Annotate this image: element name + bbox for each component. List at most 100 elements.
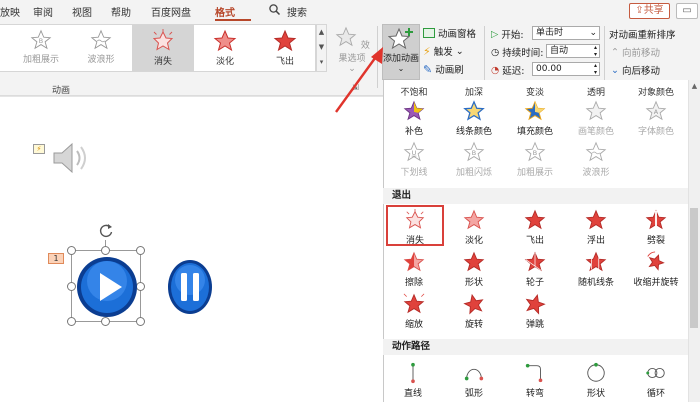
effect-line-color[interactable]: 线条颜色: [444, 100, 504, 137]
gallery-fly-out[interactable]: 飞出: [256, 25, 314, 71]
effect-bold-reveal[interactable]: B 加粗展示: [505, 141, 565, 178]
exit-disappear[interactable]: 消失: [385, 209, 445, 246]
active-tab-underline: [215, 19, 251, 21]
arc-path-icon: [464, 368, 484, 381]
effect-wave[interactable]: 波浪形: [566, 141, 626, 178]
resize-handle[interactable]: [101, 246, 110, 255]
effect-bold-flash[interactable]: B 加粗闪烁: [444, 141, 504, 178]
resize-handle[interactable]: [136, 246, 145, 255]
effect-fill-color[interactable]: 填充颜色: [505, 100, 565, 137]
path-line[interactable]: 直线: [383, 362, 443, 399]
effect-label: 擦除: [404, 278, 423, 288]
divider: [0, 96, 383, 97]
exit-fade[interactable]: 淡化: [444, 209, 504, 246]
gallery-wave[interactable]: 波浪形: [72, 25, 130, 71]
animation-order-tag[interactable]: 1: [48, 253, 64, 264]
path-loop[interactable]: 循环: [626, 362, 686, 399]
star-split-icon: [645, 209, 667, 230]
ribbon-separator: [604, 26, 605, 88]
animation-pane-button[interactable]: 动画窗格: [423, 26, 476, 40]
path-shape[interactable]: 形状: [566, 362, 626, 399]
chevron-down-icon: ⌄: [455, 45, 464, 57]
chevron-up-icon: ⌃: [611, 46, 619, 58]
rotate-handle[interactable]: [97, 222, 115, 243]
emphasis-header[interactable]: 加深: [446, 85, 502, 98]
trigger-tag[interactable]: ⚡: [33, 144, 45, 154]
menu-review[interactable]: 审阅: [33, 4, 53, 19]
spinner-icon[interactable]: ▴ ▾: [594, 62, 597, 76]
delay-input[interactable]: 00.00 ▴ ▾: [532, 62, 600, 76]
star-outline-icon: [585, 100, 607, 121]
resize-handle[interactable]: [67, 246, 76, 255]
star-spin-icon: [647, 251, 665, 271]
chevron-up-icon[interactable]: ▲: [317, 25, 326, 40]
panel-scrollbar-thumb[interactable]: [690, 208, 698, 328]
share-button[interactable]: ⇪共享: [629, 3, 670, 19]
effect-label: 收缩并旋转: [633, 278, 679, 288]
gallery-disappear[interactable]: 消失: [132, 25, 194, 71]
duration-label: 持续时间:: [502, 48, 544, 59]
turn-path-icon: [525, 363, 543, 383]
pause-button-icon[interactable]: [167, 258, 213, 319]
exit-random-bars[interactable]: 随机线条: [566, 251, 626, 288]
effect-underline[interactable]: U 下划线: [384, 141, 444, 178]
annotation-arrow: [335, 47, 383, 113]
spinner-icon[interactable]: ▴ ▾: [594, 44, 597, 58]
start-select[interactable]: 单击时 ⌄: [532, 26, 600, 40]
comment-button[interactable]: ▭: [676, 3, 698, 19]
chevron-down-icon[interactable]: ▼: [317, 40, 326, 55]
gallery-fade[interactable]: 淡化: [196, 25, 254, 71]
effect-font-color[interactable]: A 字体颜色: [626, 100, 686, 137]
gallery-bold-reveal[interactable]: B 加粗展示: [12, 25, 70, 71]
resize-handle[interactable]: [67, 317, 76, 326]
exit-spin[interactable]: 旋转: [444, 293, 504, 330]
path-arc[interactable]: 弧形: [444, 362, 504, 399]
menu-slideshow[interactable]: 放映: [0, 4, 20, 19]
exit-shrink-turn[interactable]: 收缩并旋转: [626, 251, 686, 288]
move-earlier-button[interactable]: ⌃ 向前移动: [611, 45, 660, 60]
menu-help[interactable]: 帮助: [111, 4, 131, 19]
animation-painter-button[interactable]: ✎ 动画刷: [423, 62, 464, 77]
delay-icon: ◔: [491, 64, 500, 76]
trigger-button[interactable]: ⚡ 触发 ⌄: [423, 44, 464, 59]
exit-wipe[interactable]: 擦除: [384, 251, 444, 288]
menu-format[interactable]: 格式: [215, 4, 235, 19]
effect-complementary[interactable]: 补色: [384, 100, 444, 137]
exit-split[interactable]: 劈裂: [626, 209, 686, 246]
animation-pane-label: 动画窗格: [438, 29, 477, 40]
exit-wheel[interactable]: 轮子: [505, 251, 565, 288]
emphasis-header[interactable]: 不饱和: [386, 85, 442, 98]
exit-shape[interactable]: 形状: [444, 251, 504, 288]
gallery-scrollbar[interactable]: ▲ ▼ ▾: [316, 24, 327, 72]
emphasis-header[interactable]: 透明: [568, 85, 624, 98]
exit-bounce[interactable]: 弹跳: [505, 293, 565, 330]
exit-fly-out[interactable]: 飞出: [505, 209, 565, 246]
duration-row: ◷ 持续时间:: [491, 45, 544, 60]
exit-zoom[interactable]: 缩放: [384, 293, 444, 330]
move-later-button[interactable]: ⌄ 向后移动: [611, 63, 660, 78]
search-label[interactable]: 搜索: [287, 4, 307, 19]
ribbon-separator: [484, 26, 485, 88]
emphasis-header[interactable]: 变淡: [507, 85, 563, 98]
search-icon[interactable]: [268, 3, 281, 19]
duration-input[interactable]: 自动 ▴ ▾: [546, 44, 600, 58]
menu-view[interactable]: 视图: [72, 4, 92, 19]
start-row: ▷ 开始:: [491, 27, 524, 42]
delay-row: ◔ 延迟:: [491, 63, 525, 78]
effect-brush-color[interactable]: 画笔颜色: [566, 100, 626, 137]
chevron-up-icon[interactable]: ▲: [689, 82, 700, 90]
path-turn[interactable]: 转弯: [505, 362, 565, 399]
emphasis-header[interactable]: 对象颜色: [628, 85, 684, 98]
menu-baidu-netdisk[interactable]: 百度网盘: [151, 4, 191, 19]
play-button-icon[interactable]: [76, 256, 138, 321]
resize-handle[interactable]: [67, 282, 76, 291]
exit-float-out[interactable]: 浮出: [566, 209, 626, 246]
svg-text:U: U: [412, 149, 417, 157]
delay-value: 00.00: [536, 64, 562, 74]
star-red-icon: [463, 209, 485, 230]
star-red-icon: [463, 251, 485, 272]
expand-gallery-icon[interactable]: ▾: [317, 55, 326, 70]
speaker-icon[interactable]: [50, 140, 90, 179]
svg-text:A: A: [654, 108, 659, 116]
effect-label: 随机线条: [577, 278, 614, 288]
